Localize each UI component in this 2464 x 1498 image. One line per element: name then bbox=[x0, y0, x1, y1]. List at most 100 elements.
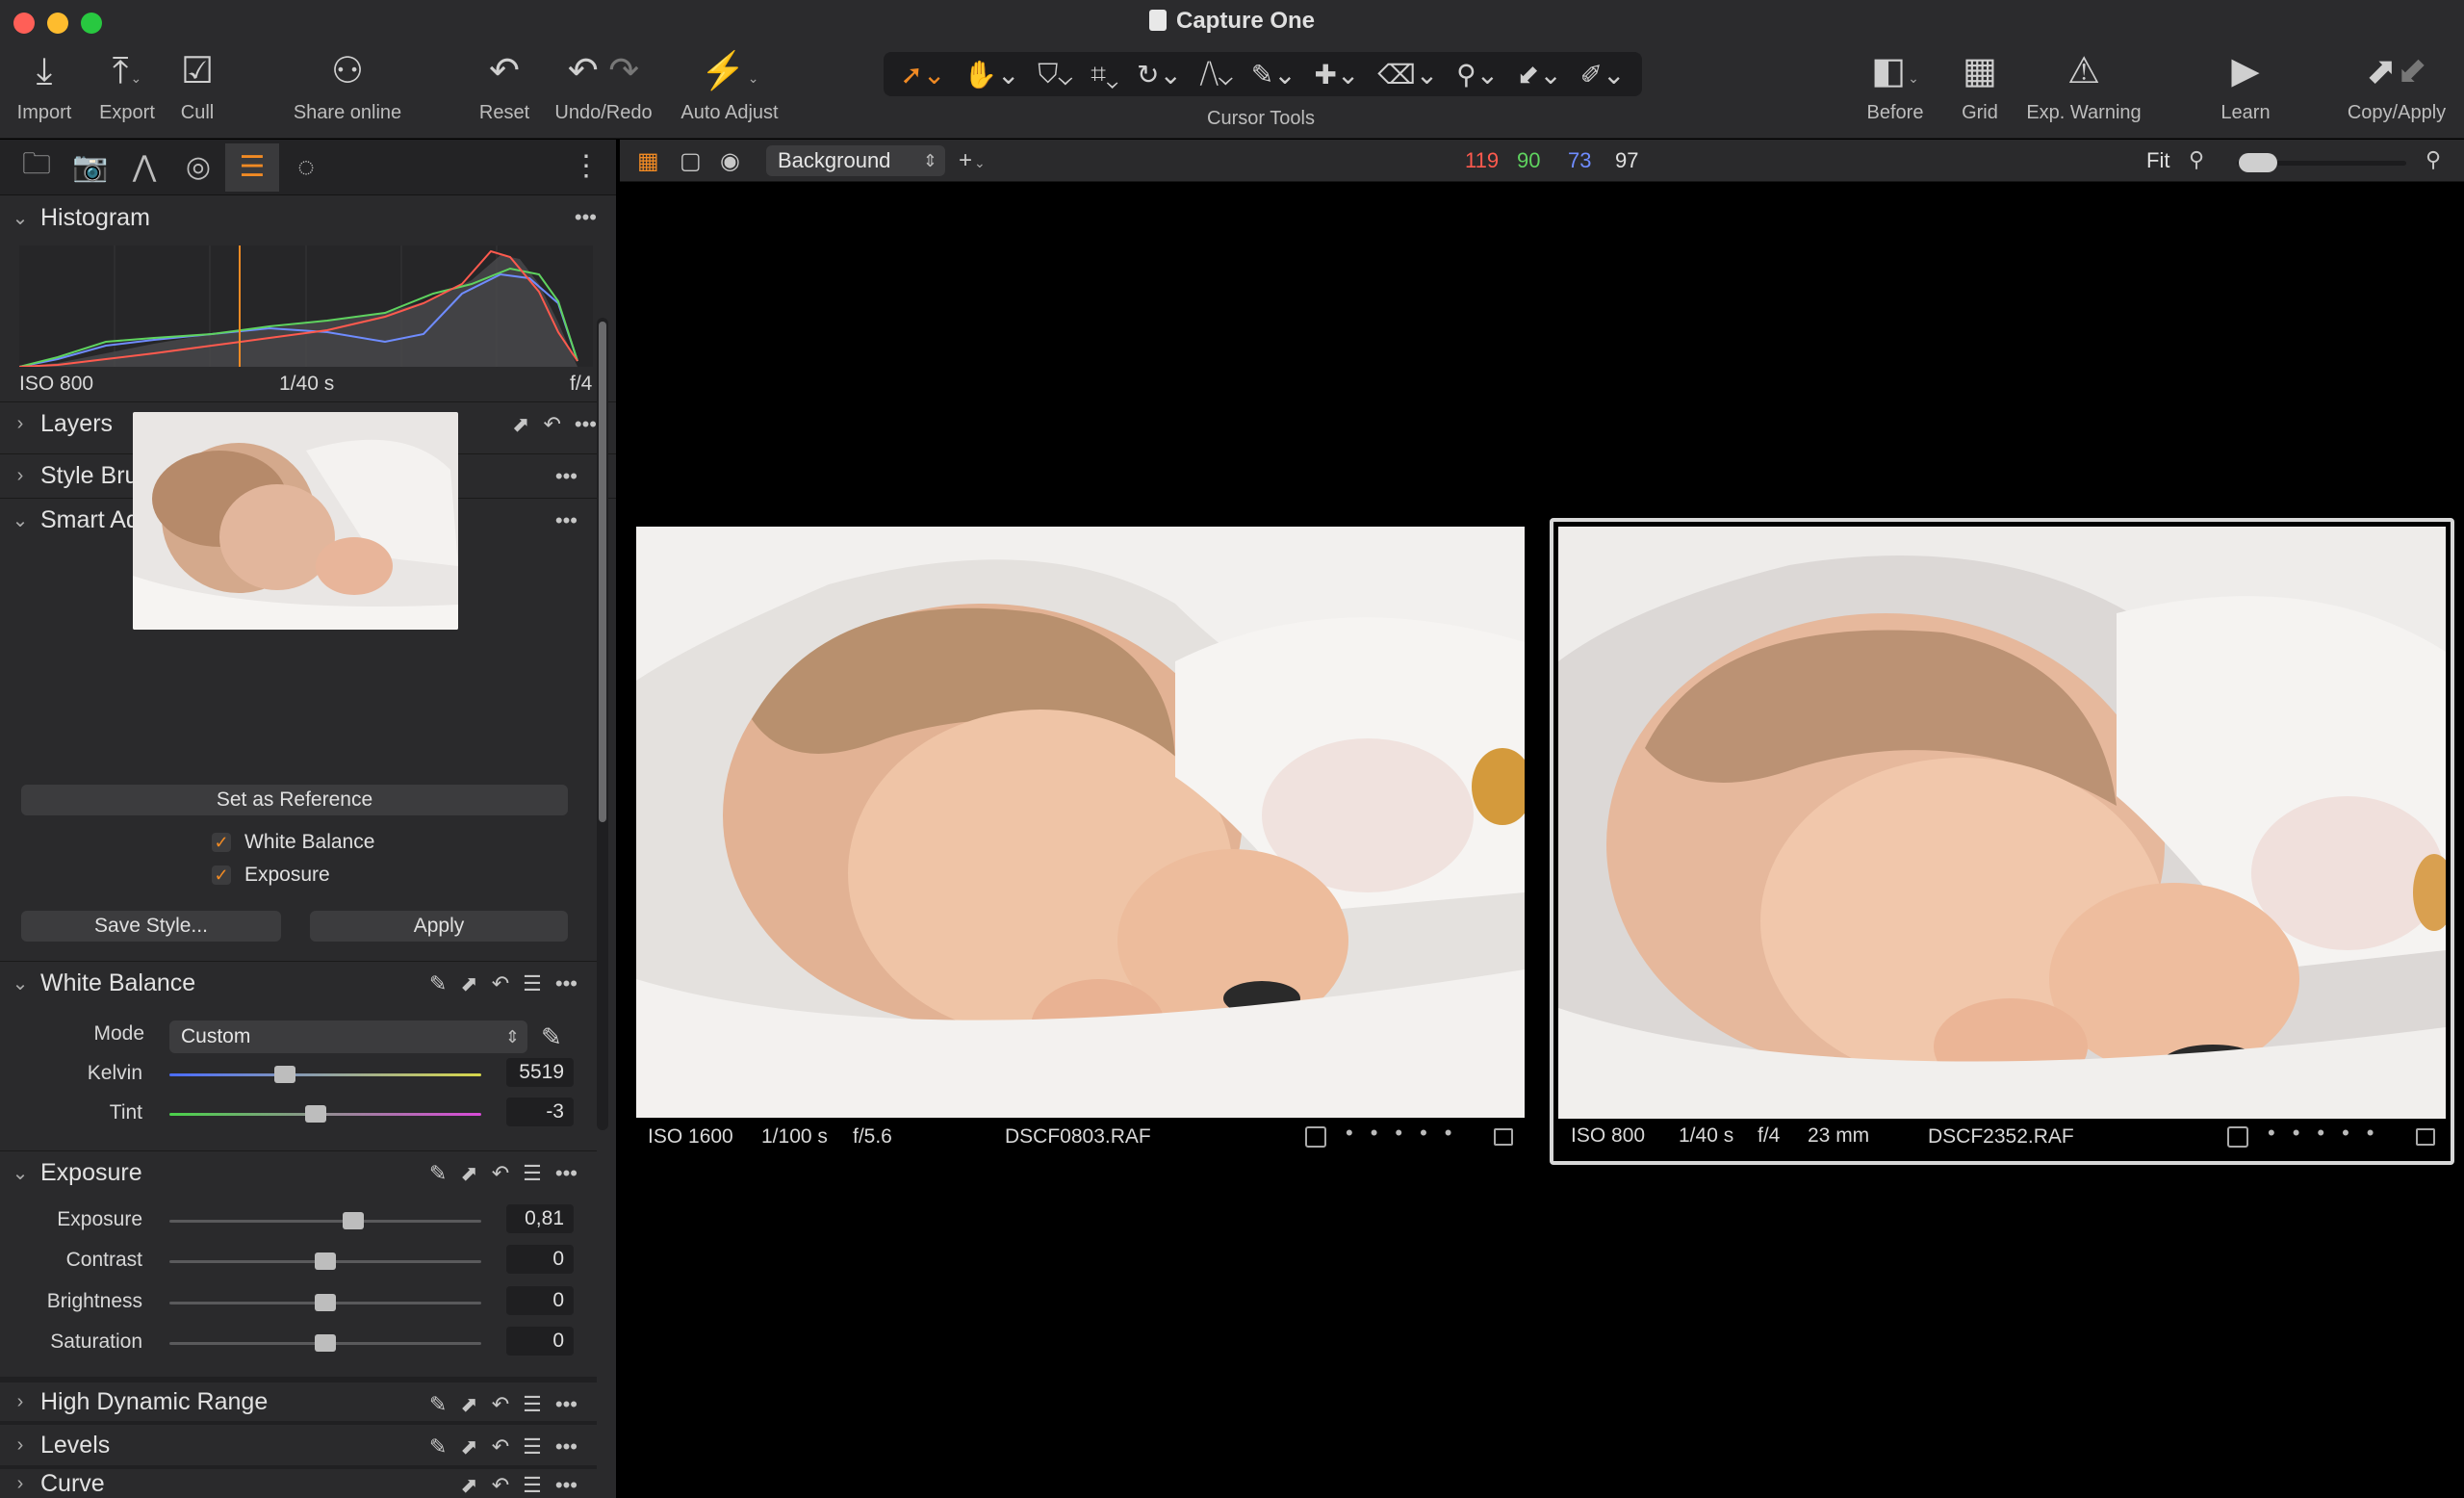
annotate-icon[interactable]: ✐⌄ bbox=[1580, 59, 1626, 90]
share-online-button[interactable]: ⚇ Share online bbox=[285, 48, 410, 124]
more-icon[interactable]: ••• bbox=[575, 205, 597, 230]
capture-tab-icon[interactable]: 📷 bbox=[64, 143, 117, 192]
photo-1-menu-icon[interactable] bbox=[1494, 1128, 1513, 1146]
photo-2-menu-icon[interactable] bbox=[2416, 1128, 2435, 1146]
panel-scroll-thumb[interactable] bbox=[599, 322, 606, 822]
picker-icon[interactable]: ✎ bbox=[429, 1392, 447, 1417]
lens-tab-icon[interactable]: ⋀ bbox=[117, 143, 171, 192]
white-balance-header[interactable]: ⌄ White Balance ✎ ⬈ ↶ ☰ ••• bbox=[0, 961, 597, 1005]
photo-1[interactable] bbox=[636, 527, 1525, 1118]
picker-icon[interactable]: ✎ bbox=[429, 1434, 447, 1459]
tint-knob[interactable] bbox=[305, 1105, 327, 1123]
brightness-knob[interactable] bbox=[315, 1294, 336, 1311]
presets-icon[interactable]: ☰ bbox=[523, 1473, 542, 1498]
photo-1-select-checkbox[interactable] bbox=[1305, 1126, 1326, 1148]
learn-button[interactable]: ▶ Learn bbox=[2204, 48, 2287, 124]
set-as-reference-button[interactable]: Set as Reference bbox=[21, 785, 568, 815]
import-button[interactable]: ⤓ Import bbox=[8, 48, 81, 124]
exposure-warning-button[interactable]: ⚠ Exp. Warning bbox=[2021, 48, 2146, 124]
presets-icon[interactable]: ☰ bbox=[523, 1434, 542, 1459]
keystone-icon[interactable]: ⧸⧹⌄ bbox=[1200, 59, 1233, 90]
reset-icon[interactable]: ↶ bbox=[492, 1392, 509, 1417]
zoom-out-icon[interactable]: ⚲ bbox=[2189, 147, 2204, 172]
loupe-icon[interactable]: ⛉⌄ bbox=[1038, 59, 1072, 90]
brush-icon[interactable]: ✎⌄ bbox=[1251, 59, 1296, 90]
wb-mode-select[interactable]: Custom ⇕ bbox=[169, 1020, 527, 1053]
eraser-icon[interactable]: ⌫⌄ bbox=[1377, 59, 1438, 90]
auto-adjust-button[interactable]: ⚡ ⌄ Auto Adjust bbox=[674, 48, 785, 124]
contrast-knob[interactable] bbox=[315, 1253, 336, 1270]
grid-view-icon[interactable]: ▦ bbox=[637, 147, 659, 175]
saturation-knob[interactable] bbox=[315, 1334, 336, 1352]
white-balance-checkbox-row[interactable]: ✓ White Balance bbox=[212, 831, 374, 854]
export-button[interactable]: ⤒ ⌄ Export bbox=[90, 48, 164, 124]
add-icon[interactable]: + ⌄ bbox=[959, 147, 986, 174]
copy-apply-cursor-icon[interactable]: ⬋⌄ bbox=[1517, 59, 1562, 90]
copy-apply-button[interactable]: ⬈⬋ Copy/Apply bbox=[2339, 48, 2454, 124]
more-icon[interactable]: ••• bbox=[575, 412, 597, 437]
photo-2[interactable] bbox=[1558, 527, 2446, 1119]
reset-button[interactable]: ↶ Reset bbox=[468, 48, 541, 124]
copy-apply-icon[interactable]: ⬈ bbox=[460, 1473, 477, 1498]
kelvin-value[interactable]: 5519 bbox=[506, 1058, 574, 1087]
more-icon[interactable]: ••• bbox=[555, 971, 578, 996]
contrast-value[interactable]: 0 bbox=[506, 1245, 574, 1274]
details-tab-icon[interactable]: ◌ bbox=[279, 143, 333, 192]
exposure-header[interactable]: ⌄ Exposure ✎ ⬈ ↶ ☰ ••• bbox=[0, 1150, 597, 1195]
rotate-icon[interactable]: ↻⌄ bbox=[1137, 59, 1182, 90]
exposure-track[interactable] bbox=[169, 1220, 481, 1223]
reset-icon[interactable]: ↶ bbox=[492, 1473, 509, 1498]
histogram-header[interactable]: ⌄ Histogram ••• bbox=[0, 195, 616, 240]
presets-icon[interactable]: ☰ bbox=[523, 971, 542, 996]
cull-button[interactable]: ☑ Cull bbox=[166, 48, 229, 124]
kelvin-knob[interactable] bbox=[273, 1066, 295, 1083]
reset-icon[interactable]: ↶ bbox=[492, 1161, 509, 1186]
hand-icon[interactable]: ✋⌄ bbox=[963, 59, 1019, 90]
reset-icon[interactable]: ↶ bbox=[492, 971, 509, 996]
tint-value[interactable]: -3 bbox=[506, 1098, 574, 1126]
copy-apply-icon[interactable]: ⬈ bbox=[512, 412, 529, 437]
presets-icon[interactable]: ☰ bbox=[523, 1161, 542, 1186]
exposure-checkbox-row[interactable]: ✓ Exposure bbox=[212, 864, 330, 887]
eye-view-icon[interactable]: ◉ bbox=[720, 147, 740, 175]
more-icon[interactable]: ••• bbox=[555, 1392, 578, 1417]
background-select[interactable]: Background ⇕ bbox=[766, 145, 945, 176]
copy-apply-icon[interactable]: ⬈ bbox=[460, 1434, 477, 1459]
more-icon[interactable]: ••• bbox=[555, 1473, 578, 1498]
curve-header[interactable]: › Curve ⬈ ↶ ☰ ••• bbox=[0, 1465, 597, 1498]
reset-icon[interactable]: ↶ bbox=[492, 1434, 509, 1459]
exposure-tab-icon[interactable]: ☰ bbox=[225, 142, 279, 192]
photo-2-rating-stars[interactable]: ••••• bbox=[2268, 1121, 2392, 1146]
exposure-value[interactable]: 0,81 bbox=[506, 1204, 574, 1233]
zoom-in-icon[interactable]: ⚲ bbox=[2426, 147, 2441, 172]
select-cursor-icon[interactable]: ➚⌄ bbox=[900, 59, 945, 90]
before-button[interactable]: ◧ ⌄ Before bbox=[1852, 48, 1938, 124]
copy-apply-icon[interactable]: ⬈ bbox=[460, 971, 477, 996]
copy-apply-icon[interactable]: ⬈ bbox=[460, 1392, 477, 1417]
save-style-button[interactable]: Save Style... bbox=[21, 911, 281, 942]
hdr-header[interactable]: › High Dynamic Range ✎ ⬈ ↶ ☰ ••• bbox=[0, 1377, 597, 1421]
more-icon[interactable]: ••• bbox=[555, 1161, 578, 1186]
levels-header[interactable]: › Levels ✎ ⬈ ↶ ☰ ••• bbox=[0, 1421, 597, 1465]
exposure-knob[interactable] bbox=[343, 1212, 365, 1229]
fit-button[interactable]: Fit bbox=[2146, 148, 2169, 173]
zoom-slider-knob[interactable] bbox=[2239, 153, 2277, 172]
brightness-value[interactable]: 0 bbox=[506, 1286, 574, 1315]
heal-icon[interactable]: ✚⌄ bbox=[1314, 59, 1359, 90]
picker-icon[interactable]: ⚲⌄ bbox=[1456, 59, 1499, 90]
reset-icon[interactable]: ↶ bbox=[543, 412, 560, 437]
single-view-icon[interactable]: ▢ bbox=[680, 147, 702, 175]
grid-button[interactable]: ▦ Grid bbox=[1948, 48, 2012, 124]
kelvin-track[interactable] bbox=[169, 1073, 481, 1076]
checkmark-icon[interactable]: ✓ bbox=[212, 833, 231, 852]
picker-icon[interactable]: ✎ bbox=[429, 1161, 447, 1186]
presets-icon[interactable]: ☰ bbox=[523, 1392, 542, 1417]
more-icon[interactable]: ⋮ bbox=[572, 149, 601, 183]
crop-icon[interactable]: ⌗⌄ bbox=[1091, 59, 1118, 90]
photo-2-select-checkbox[interactable] bbox=[2227, 1126, 2248, 1148]
saturation-value[interactable]: 0 bbox=[506, 1327, 574, 1356]
picker-icon[interactable]: ✎ bbox=[429, 971, 447, 996]
photo-1-rating-stars[interactable]: ••••• bbox=[1346, 1121, 1470, 1146]
color-tab-icon[interactable]: ◎ bbox=[171, 143, 225, 192]
library-tab-icon[interactable]: 🗀 bbox=[10, 143, 64, 192]
